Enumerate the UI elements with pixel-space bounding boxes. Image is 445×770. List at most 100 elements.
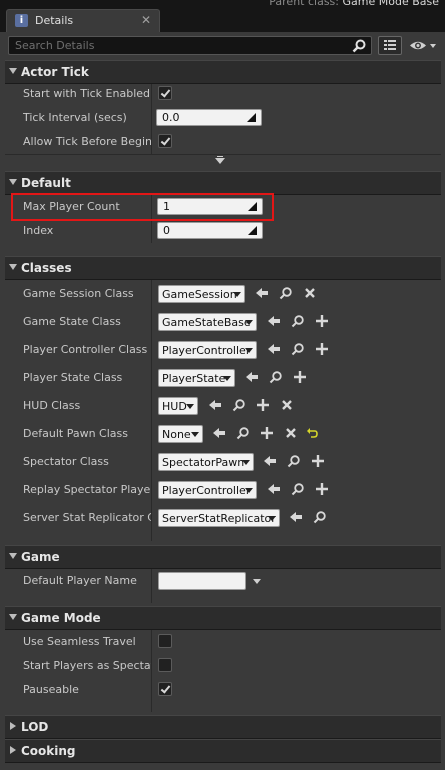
- property-label: Index: [23, 224, 54, 237]
- section-default[interactable]: Default: [5, 171, 441, 195]
- add-plus-icon[interactable]: [315, 482, 329, 496]
- collapsed-arrow-icon[interactable]: [10, 746, 16, 754]
- property-label: Spectator Class: [23, 455, 109, 468]
- start-with-tick-enabled-checkbox[interactable]: [158, 86, 172, 100]
- section-lod[interactable]: LOD: [5, 715, 441, 739]
- index-field[interactable]: 0: [157, 222, 263, 239]
- annotation-highlight-box: [11, 193, 274, 221]
- drag-handle-icon[interactable]: [247, 113, 256, 122]
- clear-x-icon[interactable]: [303, 286, 317, 300]
- add-plus-icon[interactable]: [260, 426, 274, 440]
- collapsed-arrow-icon[interactable]: [10, 722, 16, 730]
- property-label: Player State Class: [23, 371, 123, 384]
- property-label: HUD Class: [23, 399, 81, 412]
- browse-search-icon[interactable]: [287, 454, 301, 468]
- chevron-down-icon: [245, 320, 253, 325]
- chevron-down-icon[interactable]: [253, 579, 261, 584]
- property-row-default-pawn-class: Default Pawn Class None: [5, 422, 441, 446]
- close-icon[interactable]: ✕: [141, 13, 151, 27]
- tab-label: Details: [35, 14, 74, 27]
- add-plus-icon[interactable]: [256, 398, 270, 412]
- advanced-options-toggle[interactable]: [5, 154, 441, 169]
- property-label: Start Players as Spectators: [23, 659, 151, 672]
- section-classes[interactable]: Classes: [5, 256, 441, 280]
- property-label: Start with Tick Enabled: [23, 87, 151, 100]
- use-selected-arrow-icon[interactable]: [255, 286, 269, 300]
- start-players-as-spectators-checkbox[interactable]: [158, 658, 172, 672]
- expand-arrow-icon[interactable]: [9, 553, 17, 559]
- chevron-down-icon: [245, 488, 253, 493]
- replay-spectator-player-controller-class-combo[interactable]: PlayerController: [158, 481, 257, 499]
- view-options-button[interactable]: [378, 36, 402, 55]
- add-plus-icon[interactable]: [293, 370, 307, 384]
- player-controller-class-combo[interactable]: PlayerController: [158, 341, 257, 359]
- hud-class-combo[interactable]: HUD: [158, 397, 198, 415]
- classes-rows: Game Session Class GameSession Game Stat…: [5, 280, 441, 541]
- server-stat-replicator-class-combo[interactable]: ServerStatReplicator: [158, 509, 280, 527]
- use-selected-arrow-icon[interactable]: [208, 398, 222, 412]
- property-row-game-state-class: Game State Class GameStateBase: [5, 310, 441, 334]
- use-selected-arrow-icon[interactable]: [267, 314, 281, 328]
- section-actor-tick[interactable]: Actor Tick: [5, 60, 441, 84]
- property-label: Replay Spectator Player Controller Class: [23, 483, 151, 496]
- game-session-class-combo[interactable]: GameSession: [158, 285, 245, 303]
- search-input[interactable]: Search Details: [8, 36, 372, 55]
- section-game-mode[interactable]: Game Mode: [5, 606, 441, 630]
- property-row-replay-spectator-player-controller-class: Replay Spectator Player Controller Class…: [5, 478, 441, 502]
- browse-search-icon[interactable]: [269, 370, 283, 384]
- use-selected-arrow-icon[interactable]: [245, 370, 259, 384]
- clear-x-icon[interactable]: [284, 426, 298, 440]
- browse-search-icon[interactable]: [279, 286, 293, 300]
- section-game[interactable]: Game: [5, 545, 441, 569]
- section-title: Game: [21, 550, 60, 564]
- browse-search-icon[interactable]: [291, 342, 305, 356]
- section-title: Game Mode: [21, 611, 101, 625]
- search-icon[interactable]: [352, 39, 367, 53]
- reset-to-default-icon[interactable]: [305, 426, 319, 440]
- chevron-down-icon: [233, 292, 241, 297]
- combo-value: PlayerState: [162, 372, 226, 385]
- add-plus-icon[interactable]: [311, 454, 325, 468]
- add-plus-icon[interactable]: [315, 314, 329, 328]
- browse-search-icon[interactable]: [236, 426, 250, 440]
- use-selected-arrow-icon[interactable]: [267, 482, 281, 496]
- clear-x-icon[interactable]: [280, 398, 294, 412]
- game-mode-rows: Use Seamless Travel Start Players as Spe…: [5, 630, 441, 712]
- expand-arrow-icon[interactable]: [9, 179, 17, 185]
- default-pawn-class-combo[interactable]: None: [158, 425, 203, 443]
- section-cooking[interactable]: Cooking: [5, 739, 441, 763]
- expand-arrow-icon[interactable]: [9, 264, 17, 270]
- game-state-class-combo[interactable]: GameStateBase: [158, 313, 257, 331]
- property-label: Allow Tick Before Begin Play: [23, 135, 151, 148]
- expand-arrow-icon[interactable]: [9, 68, 17, 74]
- expand-arrow-icon[interactable]: [9, 614, 17, 620]
- index-value: 0: [163, 224, 170, 237]
- property-row-spectator-class: Spectator Class SpectatorPawn: [5, 450, 441, 474]
- browse-search-icon[interactable]: [313, 510, 327, 524]
- default-player-name-input[interactable]: [158, 572, 246, 590]
- use-selected-arrow-icon[interactable]: [289, 510, 303, 524]
- spectator-class-combo[interactable]: SpectatorPawn: [158, 453, 254, 471]
- parent-class-readout: Parent class: Game Mode Base: [269, 0, 439, 8]
- property-row-allow-tick-before-begin-play: Allow Tick Before Begin Play: [5, 130, 441, 154]
- drag-handle-icon[interactable]: [248, 226, 257, 235]
- chevron-down-icon: [191, 432, 199, 437]
- pauseable-checkbox[interactable]: [158, 682, 172, 696]
- player-state-class-combo[interactable]: PlayerState: [158, 369, 235, 387]
- tab-details[interactable]: i Details ✕: [6, 9, 160, 32]
- property-label: Default Player Name: [23, 574, 137, 587]
- add-plus-icon[interactable]: [315, 342, 329, 356]
- parent-class-label: Parent class:: [269, 0, 339, 8]
- allow-tick-before-begin-play-checkbox[interactable]: [158, 134, 172, 148]
- game-rows: Default Player Name: [5, 569, 441, 603]
- use-selected-arrow-icon[interactable]: [212, 426, 226, 440]
- browse-search-icon[interactable]: [232, 398, 246, 412]
- eye-visibility-icon[interactable]: [408, 38, 438, 53]
- use-selected-arrow-icon[interactable]: [267, 342, 281, 356]
- tick-interval-field[interactable]: 0.0: [156, 109, 262, 126]
- browse-search-icon[interactable]: [291, 314, 305, 328]
- browse-search-icon[interactable]: [291, 482, 305, 496]
- use-seamless-travel-checkbox[interactable]: [158, 634, 172, 648]
- use-selected-arrow-icon[interactable]: [263, 454, 277, 468]
- details-icon: i: [15, 14, 28, 27]
